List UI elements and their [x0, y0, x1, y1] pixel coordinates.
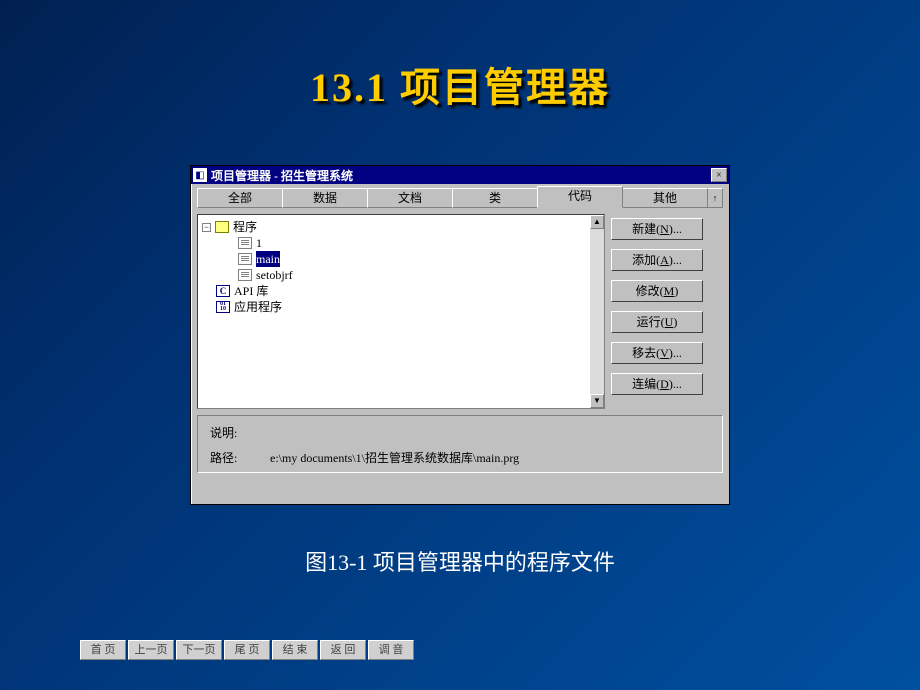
tree-label-selected: main [256, 251, 280, 267]
action-buttons: 新建(N)... 添加(A)... 修改(M) 运行(U) 移去(V)... 连… [611, 214, 703, 409]
path-label: 路径: [210, 449, 270, 466]
nav-sound[interactable]: 调 音 [368, 640, 414, 660]
tab-data[interactable]: 数据 [282, 188, 368, 208]
app-icon: ◧ [193, 168, 207, 182]
add-button[interactable]: 添加(A)... [611, 249, 703, 271]
tree-node-1[interactable]: 1 [202, 235, 600, 251]
nav-end[interactable]: 结 束 [272, 640, 318, 660]
tab-strip: 全部 数据 文档 类 代码 其他 ↑ [191, 184, 729, 208]
file-icon [238, 253, 252, 265]
tree-node-main[interactable]: main [202, 251, 600, 267]
file-icon [238, 237, 252, 249]
tree-node-setobjrf[interactable]: setobjrf [202, 267, 600, 283]
modify-button[interactable]: 修改(M) [611, 280, 703, 302]
slide-nav: 首 页 上一页 下一页 尾 页 结 束 返 回 调 音 [80, 640, 414, 660]
vertical-scrollbar[interactable]: ▲ ▼ [590, 215, 604, 408]
window-title: 项目管理器 - 招生管理系统 [211, 167, 353, 184]
tab-collapse-arrow[interactable]: ↑ [707, 188, 723, 208]
tree-label: 应用程序 [234, 299, 282, 315]
nav-prev[interactable]: 上一页 [128, 640, 174, 660]
tree-panel: − 程序 1 main setobjrf C API 库 0110 [197, 214, 605, 409]
remove-button[interactable]: 移去(V)... [611, 342, 703, 364]
nav-return[interactable]: 返 回 [320, 640, 366, 660]
figure-caption: 图13-1 项目管理器中的程序文件 [0, 545, 920, 577]
nav-next[interactable]: 下一页 [176, 640, 222, 660]
tree-node-app[interactable]: 0110 应用程序 [202, 299, 600, 315]
slide-title: 13.1 项目管理器 [0, 0, 920, 113]
scroll-down-icon[interactable]: ▼ [590, 394, 604, 408]
c-library-icon: C [216, 285, 230, 297]
run-button[interactable]: 运行(U) [611, 311, 703, 333]
new-button[interactable]: 新建(N)... [611, 218, 703, 240]
desc-label: 说明: [210, 424, 270, 441]
tree-label: 程序 [233, 219, 257, 235]
work-area: − 程序 1 main setobjrf C API 库 0110 [191, 208, 729, 415]
folder-icon [215, 221, 229, 233]
description-panel: 说明: 路径: e:\my documents\1\招生管理系统数据库\main… [197, 415, 723, 473]
tree-label: 1 [256, 235, 262, 251]
close-button[interactable]: × [711, 168, 727, 182]
tree-node-programs[interactable]: − 程序 [202, 219, 600, 235]
tab-docs[interactable]: 文档 [367, 188, 453, 208]
tree-label: setobjrf [256, 267, 293, 283]
tab-other[interactable]: 其他 [622, 188, 708, 208]
tree-label: API 库 [234, 283, 268, 299]
nav-first[interactable]: 首 页 [80, 640, 126, 660]
tab-classes[interactable]: 类 [452, 188, 538, 208]
file-icon [238, 269, 252, 281]
project-manager-window: ◧ 项目管理器 - 招生管理系统 × 全部 数据 文档 类 代码 其他 ↑ − … [190, 165, 730, 505]
build-button[interactable]: 连编(D)... [611, 373, 703, 395]
nav-last[interactable]: 尾 页 [224, 640, 270, 660]
expander-minus-icon[interactable]: − [202, 223, 211, 232]
tab-code[interactable]: 代码 [537, 186, 623, 208]
titlebar: ◧ 项目管理器 - 招生管理系统 × [191, 166, 729, 184]
binary-app-icon: 0110 [216, 301, 230, 313]
tab-all[interactable]: 全部 [197, 188, 283, 208]
tree-node-api[interactable]: C API 库 [202, 283, 600, 299]
scroll-up-icon[interactable]: ▲ [590, 215, 604, 229]
path-value: e:\my documents\1\招生管理系统数据库\main.prg [270, 449, 519, 466]
